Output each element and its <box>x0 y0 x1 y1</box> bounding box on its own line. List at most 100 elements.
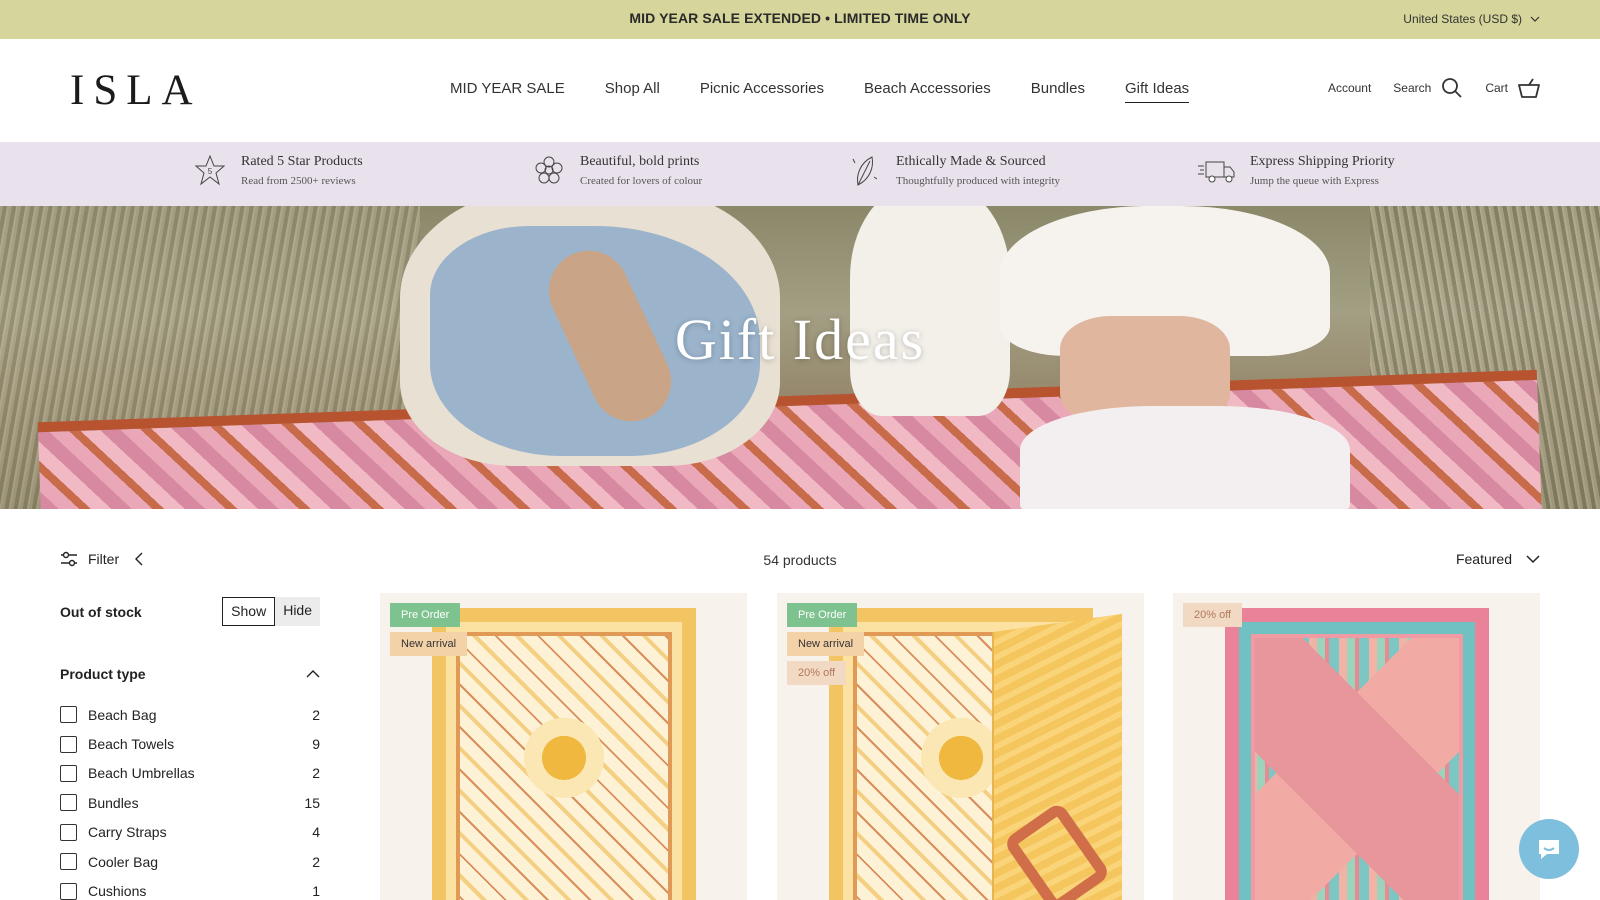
filter-option[interactable]: Beach Towels 9 <box>60 729 320 758</box>
filter-option[interactable]: Cooler Bag 2 <box>60 847 320 876</box>
filter-option-label: Cushions <box>88 883 147 900</box>
nav-item-gift-ideas[interactable]: Gift Ideas <box>1124 80 1190 103</box>
usp-title: Rated 5 Star Products <box>241 153 363 169</box>
filter-option-label: Beach Umbrellas <box>88 765 195 782</box>
product-count: 54 products <box>763 552 837 568</box>
chevron-up-icon <box>306 670 320 678</box>
flower-icon <box>535 156 563 184</box>
filter-option-label: Cooler Bag <box>88 853 159 870</box>
filter-option-label: Bundles <box>88 794 139 811</box>
checkbox[interactable] <box>60 706 77 724</box>
leaf-icon <box>852 156 878 186</box>
usp-item-shipping: Express Shipping Priority Jump the queue … <box>1196 153 1395 187</box>
filter-option[interactable]: Bundles 15 <box>60 788 320 817</box>
pre-order-badge: Pre Order <box>787 603 858 627</box>
product-badges: Pre Order New arrival <box>390 603 468 656</box>
filter-option-count: 15 <box>304 794 320 811</box>
filter-option-count: 4 <box>312 824 320 841</box>
account-label: Account <box>1327 81 1372 95</box>
usp-subtitle: Read from 2500+ reviews <box>241 174 356 187</box>
filter-option[interactable]: Cushions 1 <box>60 876 320 900</box>
filter-option[interactable]: Beach Umbrellas 2 <box>60 759 320 788</box>
main-nav: MID YEAR SALE Shop All Picnic Accessorie… <box>450 80 1229 103</box>
chat-button[interactable] <box>1519 819 1579 879</box>
out-of-stock-filter: Out of stock Show Hide <box>60 597 320 626</box>
announcement-bar: MID YEAR SALE EXTENDED • LIMITED TIME ON… <box>0 0 1600 39</box>
nav-item-bundles[interactable]: Bundles <box>1031 80 1085 103</box>
page-title: Gift Ideas <box>674 307 926 372</box>
checkbox[interactable] <box>60 735 77 753</box>
currency-label: United States (USD $) <box>1403 12 1522 26</box>
sort-label: Featured <box>1455 551 1512 567</box>
product-card[interactable]: 20% off <box>1173 593 1540 900</box>
show-option[interactable]: Show <box>222 597 276 626</box>
product-type-label: Product type <box>60 666 146 682</box>
usp-subtitle: Created for lovers of colour <box>580 174 703 187</box>
checkbox[interactable] <box>60 823 77 841</box>
star-icon: 5 <box>194 154 226 186</box>
product-card[interactable]: Pre Order New arrival <box>380 593 747 900</box>
filter-option-count: 2 <box>312 765 320 782</box>
search-label: Search <box>1393 81 1432 95</box>
checkbox[interactable] <box>60 853 77 871</box>
out-of-stock-toggle: Show Hide <box>222 597 320 626</box>
currency-selector[interactable]: United States (USD $) <box>1403 12 1540 26</box>
checkbox[interactable] <box>60 882 77 900</box>
nav-item-mid-year-sale[interactable]: MID YEAR SALE <box>450 80 565 103</box>
filter-option[interactable]: Carry Straps 4 <box>60 818 320 847</box>
chevron-down-icon <box>1530 16 1540 22</box>
sort-dropdown[interactable]: Featured <box>1456 551 1540 567</box>
new-arrival-badge: New arrival <box>390 632 468 656</box>
pre-order-badge: Pre Order <box>390 603 461 627</box>
truck-icon <box>1198 161 1235 183</box>
usp-item-ethical: Ethically Made & Sourced Thoughtfully pro… <box>848 153 1060 187</box>
chat-bubble-icon <box>1539 840 1559 859</box>
filter-option-count: 9 <box>312 736 320 753</box>
usp-subtitle: Thoughtfully produced with integrity <box>896 174 1061 187</box>
filter-option-label: Beach Bag <box>88 706 157 723</box>
checkbox[interactable] <box>60 764 77 782</box>
usp-title: Beautiful, bold prints <box>580 153 700 169</box>
discount-badge: 20% off <box>1183 603 1243 627</box>
out-of-stock-label: Out of stock <box>60 603 142 620</box>
usp-subtitle: Jump the queue with Express <box>1250 174 1379 187</box>
new-arrival-badge: New arrival <box>787 632 865 656</box>
filter-option-label: Carry Straps <box>88 824 167 841</box>
usp-title: Express Shipping Priority <box>1250 153 1395 169</box>
hide-option[interactable]: Hide <box>275 597 320 626</box>
search-icon <box>1442 78 1462 98</box>
cart-label: Cart <box>1485 81 1508 95</box>
header-actions: Account Search Cart <box>1328 77 1540 99</box>
product-badges: 20% off <box>1183 603 1243 627</box>
logo[interactable]: ISLA <box>70 69 202 112</box>
site-header: ISLA MID YEAR SALE Shop All Picnic Acces… <box>0 39 1600 142</box>
usp-title: Ethically Made & Sourced <box>896 153 1046 169</box>
checkbox[interactable] <box>60 794 77 812</box>
nav-item-shop-all[interactable]: Shop All <box>605 80 660 103</box>
basket-icon <box>1518 78 1540 98</box>
usp-item-rated: 5 Rated 5 Star Products Read from 2500+ r… <box>193 153 363 187</box>
filter-option-count: 2 <box>312 853 320 870</box>
filter-option[interactable]: Beach Bag 2 <box>60 700 320 729</box>
product-type-list: Beach Bag 2 Beach Towels 9 Beach Umbrellas… <box>60 700 320 900</box>
cart-button[interactable]: Cart <box>1485 77 1540 99</box>
hero-pants <box>1020 406 1350 509</box>
chevron-down-icon <box>1526 554 1540 563</box>
discount-badge: 20% off <box>787 661 847 685</box>
hero-banner: Gift Ideas <box>0 206 1600 509</box>
search-button[interactable]: Search <box>1393 77 1463 99</box>
account-link[interactable]: Account <box>1328 81 1371 95</box>
nav-item-beach-accessories[interactable]: Beach Accessories <box>864 80 991 103</box>
usp-item-prints: Beautiful, bold prints Created for lovers… <box>532 153 702 187</box>
product-card[interactable]: Pre Order New arrival 20% off <box>777 593 1144 900</box>
filter-option-count: 1 <box>312 883 320 900</box>
svg-text:5: 5 <box>208 167 213 176</box>
usp-bar: 5 Rated 5 Star Products Read from 2500+ r… <box>0 142 1600 206</box>
filter-option-label: Beach Towels <box>88 736 175 753</box>
nav-item-picnic-accessories[interactable]: Picnic Accessories <box>700 80 824 103</box>
product-image[interactable] <box>432 608 696 900</box>
product-badges: Pre Order New arrival 20% off <box>787 603 865 685</box>
product-type-header[interactable]: Product type <box>60 666 320 682</box>
announcement-text: MID YEAR SALE EXTENDED • LIMITED TIME ON… <box>629 10 971 26</box>
product-image[interactable] <box>1225 608 1489 900</box>
